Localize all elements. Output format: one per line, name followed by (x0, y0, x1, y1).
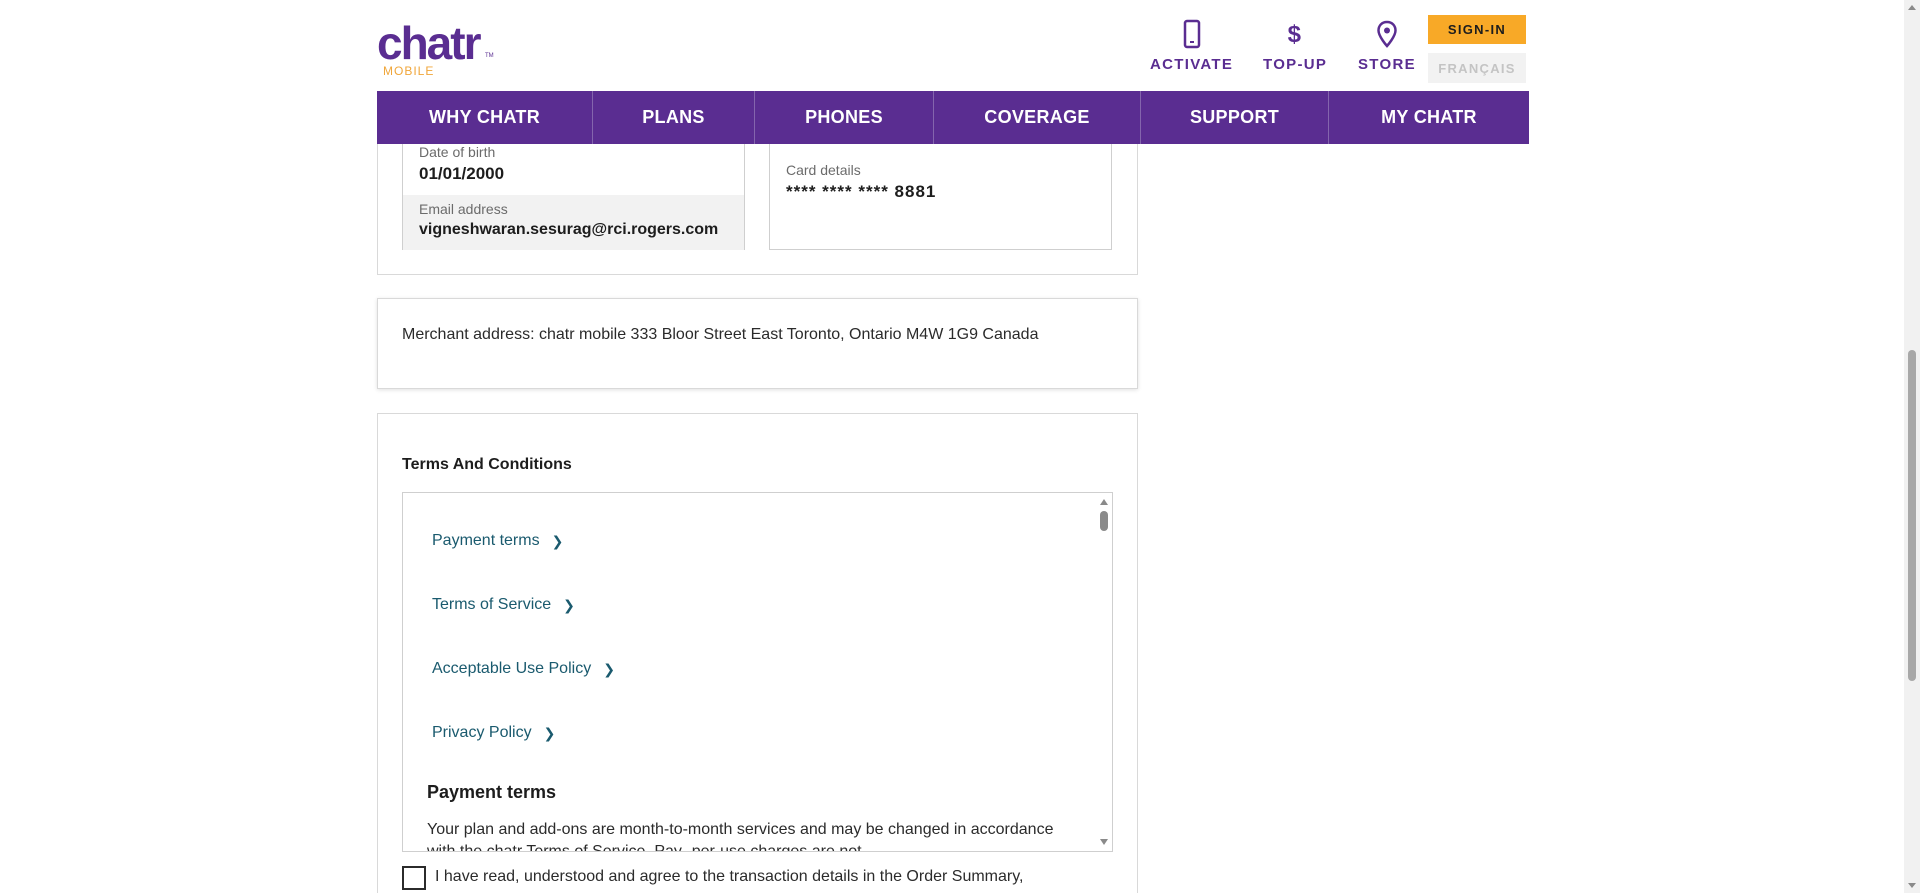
privacy-policy-link[interactable]: Privacy Policy ❯ (432, 724, 555, 742)
logo-wordmark: chatr (377, 17, 481, 69)
location-pin-icon (1377, 20, 1397, 48)
acceptable-use-policy-link[interactable]: Acceptable Use Policy ❯ (432, 660, 615, 678)
email-row: Email address vigneshwaran.sesurag@rci.r… (403, 195, 744, 250)
activate-label: ACTIVATE (1150, 56, 1234, 73)
card-details-value: **** **** **** 8881 (786, 182, 937, 201)
card-details-label: Card details (786, 162, 861, 178)
terms-scroll-box[interactable]: Payment terms ❯ Terms of Service ❯ Accep… (402, 492, 1113, 852)
chevron-right-icon: ❯ (563, 596, 575, 613)
site-header: chatr TM MOBILE ACTIVATE $ TOP-UP STORE … (377, 0, 1529, 91)
payment-terms-link[interactable]: Payment terms ❯ (432, 532, 563, 550)
agreement-text: I have read, understood and agree to the… (435, 868, 1024, 885)
terms-scrollbar-thumb[interactable] (1100, 511, 1108, 531)
agreement-checkbox[interactable] (402, 866, 426, 890)
terms-card: Terms And Conditions Payment terms ❯ Ter… (377, 413, 1138, 893)
dob-row: Date of birth 01/01/2000 (403, 144, 744, 184)
top-up-link[interactable]: $ TOP-UP (1263, 18, 1327, 73)
nav-item-why-chatr[interactable]: WHY CHATR (377, 91, 593, 144)
page-scrollbar-thumb[interactable] (1908, 350, 1916, 681)
payment-terms-link-label: Payment terms (432, 532, 540, 549)
customer-info-panel: Date of birth 01/01/2000 Email address v… (402, 144, 745, 250)
logo-trademark: TM (485, 53, 494, 59)
dob-value: 01/01/2000 (419, 164, 505, 183)
chatr-logo[interactable]: chatr TM MOBILE (377, 17, 494, 80)
card-details-row: Card details **** **** **** 8881 (786, 162, 936, 202)
language-toggle[interactable]: FRANÇAIS (1428, 53, 1526, 83)
activate-link[interactable]: ACTIVATE (1150, 18, 1233, 73)
chevron-right-icon: ❯ (543, 724, 556, 741)
nav-item-phones[interactable]: PHONES (755, 91, 934, 144)
terms-of-service-link[interactable]: Terms of Service ❯ (432, 596, 575, 614)
nav-item-coverage[interactable]: COVERAGE (934, 91, 1141, 144)
nav-item-my-chatr[interactable]: MY CHATR (1329, 91, 1529, 144)
acceptable-use-policy-link-label: Acceptable Use Policy (432, 660, 592, 677)
payment-info-panel: Card details **** **** **** 8881 (769, 144, 1112, 250)
logo-subtitle: MOBILE (383, 64, 435, 78)
merchant-address-text: Merchant address: chatr mobile 333 Bloor… (402, 326, 1039, 343)
nav-item-support[interactable]: SUPPORT (1141, 91, 1329, 144)
scroll-up-arrow-icon[interactable] (1100, 499, 1108, 505)
phone-icon (1183, 19, 1200, 49)
store-link[interactable]: STORE (1358, 18, 1416, 73)
privacy-policy-link-label: Privacy Policy (432, 724, 532, 741)
svg-text:$: $ (1288, 21, 1303, 48)
merchant-address-card: Merchant address: chatr mobile 333 Bloor… (377, 298, 1138, 389)
terms-title: Terms And Conditions (402, 456, 572, 473)
top-up-label: TOP-UP (1263, 56, 1328, 73)
terms-of-service-link-label: Terms of Service (432, 596, 552, 613)
terms-scrollbar[interactable] (1096, 493, 1112, 851)
email-value: vigneshwaran.sesurag@rci.rogers.com (419, 221, 719, 238)
main-nav: WHY CHATR PLANS PHONES COVERAGE SUPPORT … (377, 91, 1529, 144)
scroll-down-arrow-icon[interactable] (1100, 839, 1108, 845)
store-label: STORE (1358, 56, 1416, 73)
agreement-row: I have read, understood and agree to the… (402, 866, 1023, 890)
dollar-icon: $ (1288, 21, 1303, 48)
payment-terms-text: Your plan and add-ons are month-to-month… (427, 821, 1054, 852)
dob-label: Date of birth (419, 144, 496, 160)
payment-terms-heading: Payment terms (427, 782, 557, 802)
page-scroll-up-icon[interactable] (1908, 5, 1916, 10)
page-scrollbar[interactable] (1904, 0, 1920, 893)
nav-item-plans[interactable]: PLANS (593, 91, 755, 144)
page-scroll-down-icon[interactable] (1908, 883, 1916, 888)
sign-in-button[interactable]: SIGN-IN (1428, 15, 1526, 44)
chevron-right-icon: ❯ (603, 660, 615, 677)
chevron-right-icon: ❯ (551, 532, 564, 549)
email-label: Email address (419, 201, 508, 217)
